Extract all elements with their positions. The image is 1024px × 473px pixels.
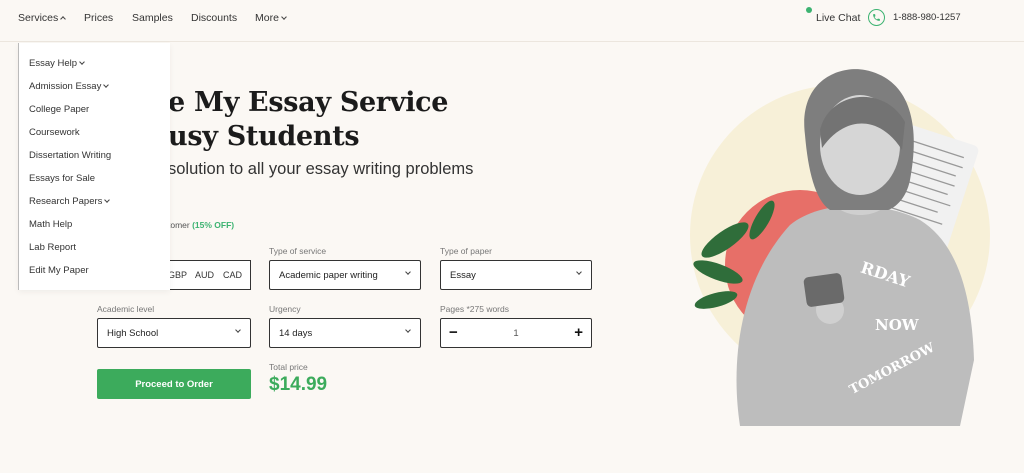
menu-item-lab-report[interactable]: Lab Report (29, 242, 76, 253)
menu-item-label: Research Papers (29, 196, 103, 207)
menu-item-label: Coursework (29, 127, 80, 138)
academic-level-value: High School (107, 327, 159, 339)
menu-item-research-papers[interactable]: Research Papers (29, 196, 111, 207)
menu-item-edit-my-paper[interactable]: Edit My Paper (29, 265, 89, 276)
chevron-down-icon (576, 269, 582, 275)
page-title-line1: e My Essay Service (168, 87, 449, 118)
nav-prices[interactable]: Prices (84, 12, 113, 24)
currency-gbp[interactable]: GBP (168, 270, 187, 280)
urgency-value: 14 days (279, 327, 313, 339)
type-of-service-label: Type of service (269, 246, 327, 256)
chevron-down-icon (405, 269, 411, 275)
nav-samples[interactable]: Samples (132, 12, 173, 24)
academic-level-label: Academic level (97, 304, 155, 314)
menu-item-label: College Paper (29, 104, 90, 115)
menu-item-label: Edit My Paper (29, 265, 89, 276)
shirt-text-line2: NOW (875, 316, 920, 334)
promo-label: tomer (168, 220, 193, 230)
page-title-line2: usy Students (168, 121, 360, 152)
currency-aud[interactable]: AUD (195, 270, 214, 280)
chevron-down-icon (103, 82, 110, 88)
type-of-paper-select[interactable]: Essay (440, 260, 592, 290)
page-title: e My Essay Service usy Students (168, 86, 448, 154)
nav-samples-label: Samples (132, 12, 173, 24)
nav-services-label: Services (18, 12, 59, 24)
menu-item-math-help[interactable]: Math Help (29, 219, 72, 230)
menu-item-label: Admission Essay (29, 81, 102, 92)
urgency-label: Urgency (269, 304, 301, 314)
menu-item-label: Math Help (29, 219, 73, 230)
online-status-icon (806, 7, 812, 13)
total-price-label: Total price (269, 362, 308, 372)
proceed-to-order-button[interactable]: Proceed to Order (97, 369, 251, 399)
nav-more[interactable]: More (255, 12, 287, 24)
menu-item-label: Lab Report (29, 242, 77, 253)
pages-value[interactable]: 1 (441, 328, 591, 339)
menu-item-label: Essay Help (29, 58, 78, 69)
promo-text: tomer (15% OFF) (168, 220, 234, 230)
nav-prices-label: Prices (84, 12, 114, 24)
menu-item-dissertation-writing[interactable]: Dissertation Writing (29, 150, 111, 161)
chevron-down-icon (281, 13, 287, 20)
menu-item-college-paper[interactable]: College Paper (29, 104, 89, 115)
nav-more-label: More (255, 12, 279, 24)
live-chat-link[interactable]: Live Chat (816, 12, 860, 24)
phone-number: 1-888-980-1257 (893, 12, 961, 23)
chevron-up-icon (60, 16, 67, 22)
menu-item-admission-essay[interactable]: Admission Essay (29, 81, 110, 92)
menu-item-essays-for-sale[interactable]: Essays for Sale (29, 173, 95, 184)
type-of-paper-value: Essay (450, 269, 476, 281)
academic-level-select[interactable]: High School (97, 318, 251, 348)
type-of-paper-label: Type of paper (440, 246, 492, 256)
nav-services[interactable]: Services (18, 12, 67, 24)
menu-item-label: Essays for Sale (29, 173, 95, 184)
page-subtitle: solution to all your essay writing probl… (168, 160, 474, 178)
type-of-service-value: Academic paper writing (279, 269, 378, 281)
total-price-value: $14.99 (269, 374, 328, 395)
live-chat-label: Live Chat (816, 12, 861, 24)
phone-number-link[interactable]: 1-888-980-1257 (893, 12, 961, 23)
chevron-down-icon (405, 327, 411, 333)
hero-illustration: RDAY NOW TOMORROW (690, 69, 990, 426)
pages-label: Pages *275 words (440, 304, 509, 314)
plus-icon[interactable]: + (574, 324, 583, 341)
menu-item-label: Dissertation Writing (29, 150, 112, 161)
chevron-down-icon (79, 59, 85, 65)
chevron-down-icon (104, 197, 111, 203)
urgency-select[interactable]: 14 days (269, 318, 421, 348)
phone-icon[interactable] (868, 9, 885, 26)
menu-item-essay-help[interactable]: Essay Help (29, 58, 85, 69)
top-navigation: Services Prices Samples Discounts More L… (0, 0, 1024, 42)
nav-discounts-label: Discounts (191, 12, 238, 24)
services-dropdown-menu: Essay Help Admission Essay College Paper… (18, 43, 170, 290)
pages-stepper: − 1 + (440, 318, 592, 348)
nav-discounts[interactable]: Discounts (191, 12, 237, 24)
promo-discount: (15% OFF) (192, 220, 235, 230)
chevron-down-icon (235, 327, 241, 333)
type-of-service-select[interactable]: Academic paper writing (269, 260, 421, 290)
currency-cad[interactable]: CAD (223, 270, 242, 280)
menu-item-coursework[interactable]: Coursework (29, 127, 80, 138)
